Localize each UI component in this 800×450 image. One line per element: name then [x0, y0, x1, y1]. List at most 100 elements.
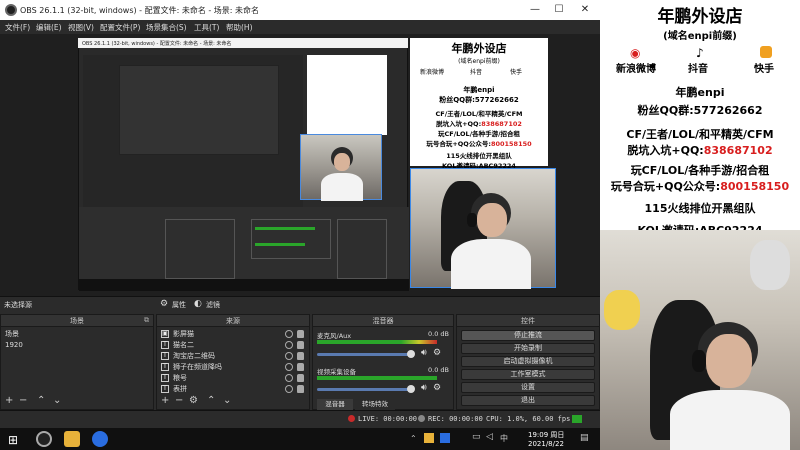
title-bar: OBS 26.1.1 (32-bit, windows) - 配置文件: 未命名…	[0, 0, 600, 20]
taskbar-date[interactable]: 2021/8/22	[528, 440, 564, 448]
slider-knob[interactable]	[407, 350, 415, 358]
source-item-label: 粮号	[173, 374, 187, 382]
tab-mixer[interactable]: 混音器	[317, 399, 353, 410]
speaker-icon[interactable]: 🔊︎	[421, 348, 427, 358]
minimize-icon[interactable]: —	[528, 3, 542, 17]
tab-transitions[interactable]: 转场特效	[355, 399, 395, 410]
ime-icon[interactable]: 中	[500, 433, 508, 444]
menu-view[interactable]: 视图(V)	[68, 22, 94, 33]
filters-button[interactable]: 滤镜	[206, 300, 220, 310]
source-item-label: 表拼	[173, 385, 187, 393]
webcam-source-preview[interactable]	[410, 168, 556, 289]
source-item[interactable]: T 狮子在频道降吗	[159, 362, 307, 372]
promo-line2-number: 838687102	[703, 144, 773, 157]
tray-app-icon[interactable]	[424, 433, 434, 443]
person-shirt	[321, 173, 363, 201]
lock-icon[interactable]	[297, 352, 304, 360]
menu-profile[interactable]: 配置文件(P)	[100, 22, 140, 33]
move-down-icon[interactable]: ⌄	[223, 395, 231, 406]
exit-button[interactable]: 退出	[461, 395, 595, 406]
lock-icon[interactable]	[297, 330, 304, 338]
menu-edit[interactable]: 编辑(E)	[36, 22, 62, 33]
remove-source-icon[interactable]: −	[175, 395, 183, 406]
preview-qq-group-label: 粉丝QQ群:	[439, 96, 475, 104]
nested-controls	[337, 219, 387, 279]
nested-meter-1	[255, 227, 315, 230]
douyin-icon: ♪	[696, 46, 704, 60]
eye-icon[interactable]	[285, 352, 293, 360]
promo-line3: 玩CF/LOL/各种手游/招合租	[630, 164, 770, 177]
move-up-icon[interactable]: ⌃	[207, 395, 215, 406]
menu-tools[interactable]: 工具(T)	[194, 22, 219, 33]
add-source-icon[interactable]: +	[161, 395, 169, 406]
notification-icon[interactable]: ▤	[580, 433, 589, 443]
source-item[interactable]: ▣ 影屏猫	[159, 329, 307, 339]
maximize-icon[interactable]: ☐	[552, 3, 566, 17]
add-scene-icon[interactable]: +	[5, 395, 13, 406]
eye-icon[interactable]	[285, 363, 293, 371]
eye-icon[interactable]	[285, 374, 293, 382]
move-up-icon[interactable]: ⌃	[37, 395, 45, 406]
source-item[interactable]: T 猫名二	[159, 340, 307, 350]
menu-help[interactable]: 帮助(H)	[226, 22, 253, 33]
filter-icon[interactable]: ◐	[194, 299, 202, 309]
eye-icon[interactable]	[285, 330, 293, 338]
remove-scene-icon[interactable]: −	[19, 395, 27, 406]
nested-meter-2	[255, 243, 305, 246]
preview-promo-title: 年鹏外设店	[451, 42, 507, 55]
network-icon[interactable]: ▭	[472, 432, 481, 442]
mic-volume-slider[interactable]	[317, 353, 411, 356]
gear-icon[interactable]: ⚙	[160, 299, 168, 309]
scenes-dock-title: 场景	[1, 315, 153, 327]
obs-logo-icon	[5, 4, 17, 16]
eye-icon[interactable]	[285, 385, 293, 393]
capture-volume-slider[interactable]	[317, 388, 411, 391]
dock-popout-icon[interactable]: ⧉	[144, 316, 149, 325]
close-icon[interactable]: ✕	[578, 3, 592, 17]
menu-file[interactable]: 文件(F)	[5, 22, 30, 33]
mixer-channel-name: 麦克风/Aux	[317, 332, 352, 340]
folder-taskbar-icon[interactable]	[64, 431, 80, 447]
source-item-label: 影屏猫	[173, 330, 194, 338]
tray-arrow-icon[interactable]: ⌃	[410, 434, 417, 443]
start-virtual-camera-button[interactable]: 启动虚拟摄像机	[461, 356, 595, 367]
stop-streaming-button[interactable]: 停止推流	[461, 330, 595, 341]
settings-button[interactable]: 设置	[461, 382, 595, 393]
scene-item[interactable]: 1920	[3, 340, 151, 350]
promo-subtitle: (域名enpi前缀)	[663, 31, 737, 42]
speaker-icon[interactable]: 🔊︎	[421, 383, 427, 393]
windows-start-icon[interactable]: ⊞	[8, 433, 18, 447]
headphones-icon	[692, 350, 706, 372]
menu-scene-collection[interactable]: 场景集合(S)	[146, 22, 187, 33]
gear-icon[interactable]: ⚙	[433, 383, 441, 393]
scene-item[interactable]: 场景	[3, 329, 151, 339]
preview-line4-prefix: 玩号合玩+QQ公众号:	[426, 140, 491, 148]
menu-bar: 文件(F) 编辑(E) 视图(V) 配置文件(P) 场景集合(S) 工具(T) …	[0, 20, 600, 34]
source-item[interactable]: T 表拼	[159, 384, 307, 394]
cpu-fps: CPU: 1.0%, 60.00 fps	[486, 415, 571, 423]
properties-button[interactable]: 属性	[172, 300, 186, 310]
lock-icon[interactable]	[297, 341, 304, 349]
source-settings-icon[interactable]: ⚙	[189, 395, 198, 406]
source-item[interactable]: T 淘宝店二维码	[159, 351, 307, 361]
person-shirt	[670, 390, 790, 450]
qq-browser-taskbar-icon[interactable]	[92, 431, 108, 447]
tray-app-icon[interactable]	[440, 433, 450, 443]
controls-dock-title: 控件	[457, 315, 599, 327]
volume-icon[interactable]: ◁	[486, 432, 493, 442]
obs-taskbar-icon[interactable]	[36, 431, 52, 447]
lock-icon[interactable]	[297, 374, 304, 382]
studio-mode-button[interactable]: 工作室模式	[461, 369, 595, 380]
nested-webcam-thumb	[300, 134, 382, 201]
lock-icon[interactable]	[297, 385, 304, 393]
move-down-icon[interactable]: ⌄	[53, 395, 61, 406]
taskbar-time[interactable]: 19:09 周日	[528, 430, 564, 440]
lock-icon[interactable]	[297, 363, 304, 371]
source-item[interactable]: T 粮号	[159, 373, 307, 383]
gear-icon[interactable]: ⚙	[433, 348, 441, 358]
start-recording-button[interactable]: 开始录制	[461, 343, 595, 354]
eye-icon[interactable]	[285, 341, 293, 349]
slider-knob[interactable]	[407, 385, 415, 393]
mixer-dock-title: 混音器	[313, 315, 453, 327]
promo-line4-number: 800158150	[720, 180, 790, 193]
